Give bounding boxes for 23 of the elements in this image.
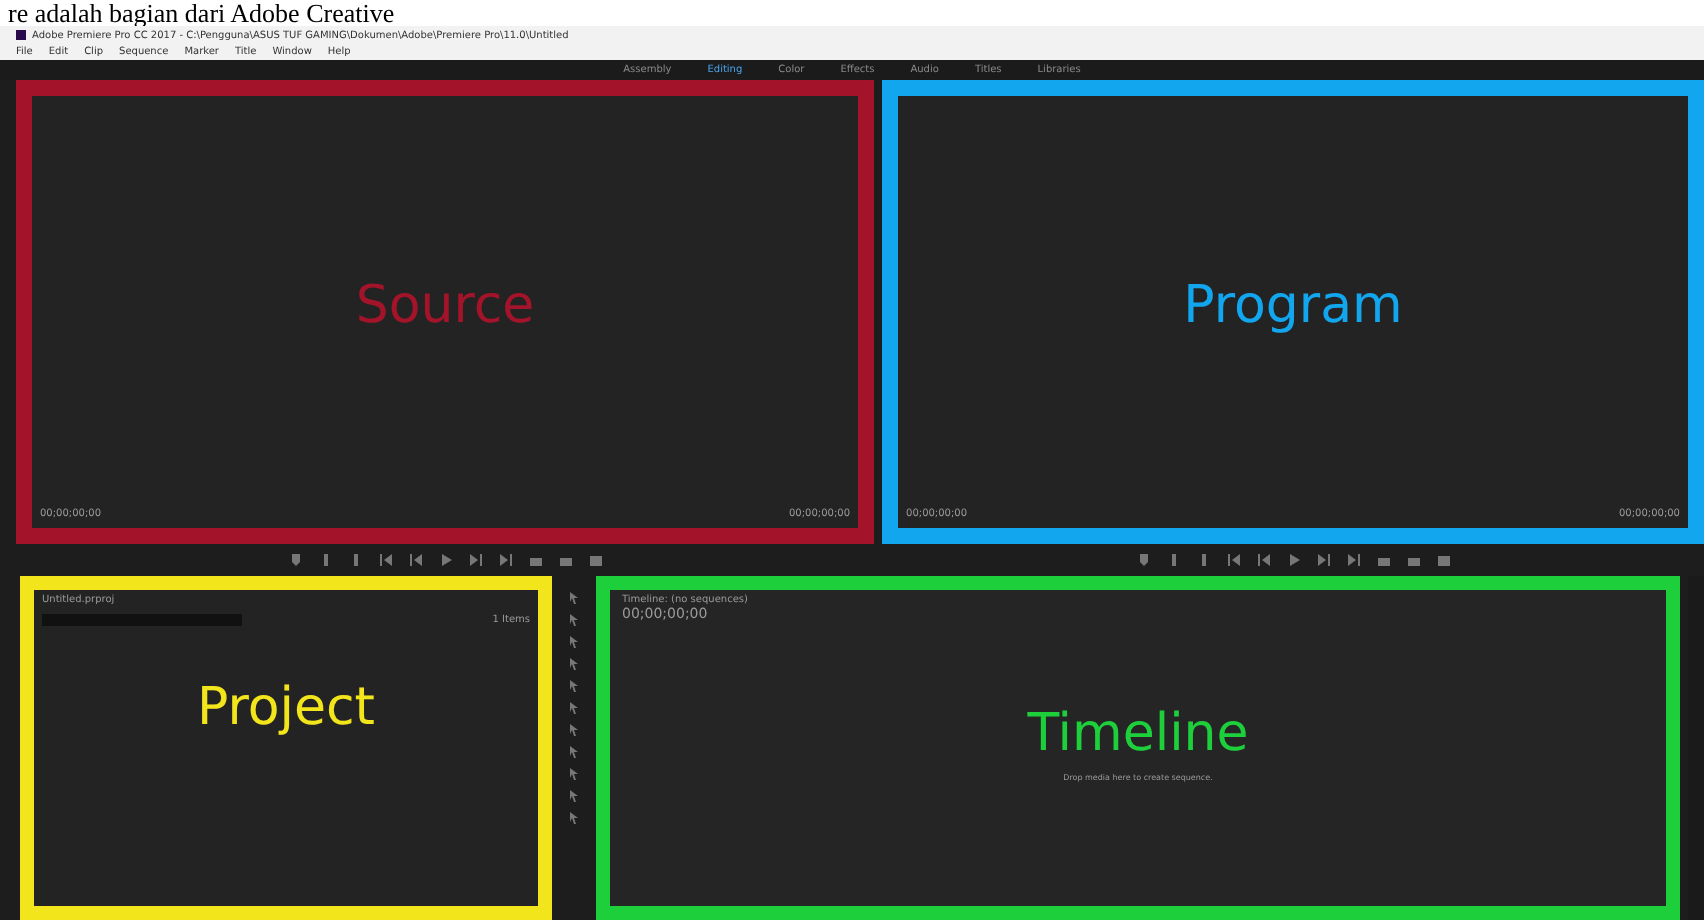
document-caption: re adalah bagian dari Adobe Creative <box>8 0 395 26</box>
step-back-icon[interactable] <box>1257 554 1269 566</box>
go-to-in-icon[interactable] <box>379 554 391 566</box>
marker-icon[interactable] <box>1137 554 1149 566</box>
out-point-icon[interactable] <box>349 554 361 566</box>
marker-icon[interactable] <box>289 554 301 566</box>
step-back-icon[interactable] <box>409 554 421 566</box>
step-forward-icon[interactable] <box>469 554 481 566</box>
go-to-out-icon[interactable] <box>1347 554 1359 566</box>
out-point-icon[interactable] <box>1197 554 1209 566</box>
go-to-out-icon[interactable] <box>499 554 511 566</box>
in-point-icon[interactable] <box>1167 554 1179 566</box>
selection-tool-icon[interactable] <box>568 592 580 604</box>
app-icon <box>16 30 26 40</box>
in-point-icon[interactable] <box>319 554 331 566</box>
panel-annotation: Project <box>195 678 377 738</box>
panel-annotation: Source <box>353 276 537 336</box>
go-to-in-icon[interactable] <box>1227 554 1239 566</box>
step-forward-icon[interactable] <box>1317 554 1329 566</box>
play-icon[interactable] <box>1287 554 1299 566</box>
panel-annotation: Timeline <box>1027 703 1249 763</box>
panel-annotation: Program <box>1181 276 1405 336</box>
play-icon[interactable] <box>439 554 451 566</box>
